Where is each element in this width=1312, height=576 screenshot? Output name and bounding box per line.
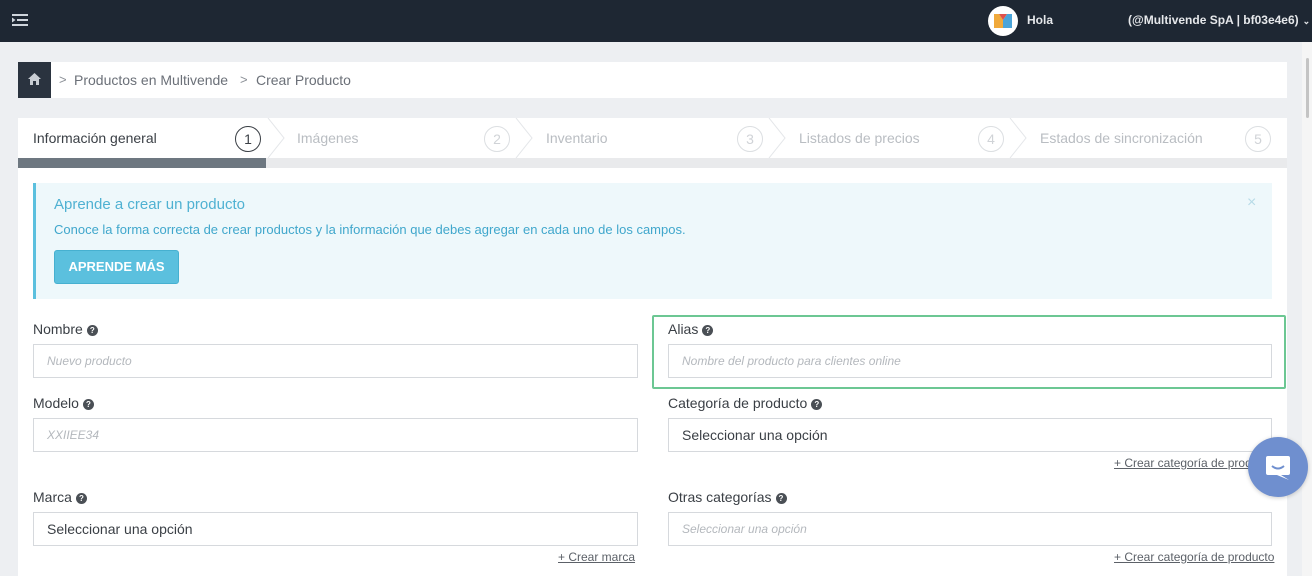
home-icon <box>28 73 41 85</box>
step-divider <box>267 118 285 158</box>
alias-label-text: Alias <box>668 321 699 337</box>
help-icon[interactable]: ? <box>775 493 787 504</box>
step-divider <box>515 118 533 158</box>
menu-icon[interactable] <box>12 13 28 27</box>
help-icon[interactable]: ? <box>75 493 87 504</box>
nombre-label: Nombre? <box>33 321 98 337</box>
info-alert: Aprende a crear un producto Conoce la fo… <box>33 183 1272 299</box>
learn-more-button[interactable]: APRENDE MÁS <box>54 250 179 284</box>
step-imagenes[interactable]: Imágenes <box>297 130 358 146</box>
nombre-field[interactable]: Nuevo producto <box>33 344 638 378</box>
marca-label: Marca? <box>33 489 87 505</box>
brand-logo[interactable] <box>988 6 1018 36</box>
step-number-2: 2 <box>484 126 510 152</box>
chevron-down-icon: ⌄ <box>1302 16 1311 26</box>
alias-label: Alias? <box>668 321 714 337</box>
wizard-steps: Información general 1 Imágenes 2 Inventa… <box>18 118 1287 158</box>
account-menu[interactable]: (@Multivende SpA | bf03e4e6) ⌄ <box>1128 13 1310 27</box>
step-estados-de-sincronizacion[interactable]: Estados de sincronización <box>1040 130 1203 146</box>
breadcrumb: > Productos en Multivende > Crear Produc… <box>18 62 1287 98</box>
help-icon[interactable]: ? <box>86 325 98 336</box>
greeting-text: Hola <box>1027 13 1054 27</box>
home-button[interactable] <box>18 62 51 98</box>
step-number-1: 1 <box>235 126 261 152</box>
step-number-5: 5 <box>1245 126 1271 152</box>
step-listados-de-precios[interactable]: Listados de precios <box>799 130 920 146</box>
marca-label-text: Marca <box>33 489 72 505</box>
close-icon[interactable]: × <box>1247 194 1256 212</box>
categoria-label-text: Categoría de producto <box>668 395 808 411</box>
categoria-label: Categoría de producto? <box>668 395 823 411</box>
top-bar: Hola (@Multivende SpA | bf03e4e6) ⌄ <box>0 0 1312 42</box>
step-number-4: 4 <box>978 126 1004 152</box>
step-divider <box>768 118 786 158</box>
alias-field[interactable]: Nombre del producto para clientes online <box>668 344 1272 378</box>
modelo-label-text: Modelo <box>33 395 79 411</box>
help-icon[interactable]: ? <box>811 399 823 410</box>
alert-text: Conoce la forma correcta de crear produc… <box>54 222 686 237</box>
help-icon[interactable]: ? <box>82 399 94 410</box>
step-informacion-general[interactable]: Información general <box>33 130 157 146</box>
step-divider <box>1009 118 1027 158</box>
step-inventario[interactable]: Inventario <box>546 130 607 146</box>
breadcrumb-item-crear-producto: Crear Producto <box>256 72 351 88</box>
crear-marca-link[interactable]: + Crear marca <box>558 550 635 564</box>
alert-title: Aprende a crear un producto <box>54 196 245 213</box>
otras-categorias-select[interactable]: Seleccionar una opción <box>668 512 1272 546</box>
scrollbar-thumb[interactable] <box>1306 58 1309 118</box>
breadcrumb-item-productos[interactable]: Productos en Multivende <box>74 72 228 88</box>
otras-categorias-label-text: Otras categorías <box>668 489 772 505</box>
modelo-label: Modelo? <box>33 395 94 411</box>
page-scrollbar[interactable] <box>1302 42 1312 576</box>
crear-categoria-link-2[interactable]: + Crear categoría de producto <box>1114 550 1274 564</box>
otras-categorias-label: Otras categorías? <box>668 489 787 505</box>
breadcrumb-separator: > <box>240 72 248 87</box>
modelo-field[interactable]: XXIIEE34 <box>33 418 638 452</box>
breadcrumb-separator: > <box>59 72 67 87</box>
categoria-select[interactable]: Seleccionar una opción <box>668 418 1272 452</box>
nombre-label-text: Nombre <box>33 321 83 337</box>
wizard-progress-fill <box>18 158 266 168</box>
help-icon[interactable]: ? <box>702 325 714 336</box>
step-number-3: 3 <box>737 126 763 152</box>
chat-icon <box>1266 456 1290 480</box>
chat-button[interactable] <box>1248 437 1308 497</box>
account-label: (@Multivende SpA | bf03e4e6) <box>1128 13 1299 27</box>
marca-select[interactable]: Seleccionar una opción <box>33 512 638 546</box>
